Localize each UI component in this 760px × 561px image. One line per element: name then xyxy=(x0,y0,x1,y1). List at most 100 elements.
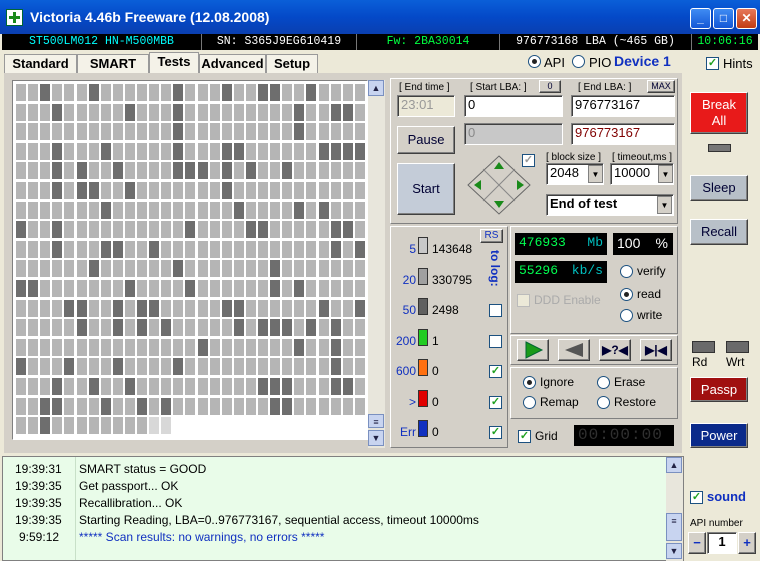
scan-block xyxy=(270,103,281,121)
scan-block xyxy=(76,240,87,258)
minimize-button[interactable]: _ xyxy=(690,8,711,29)
erase-radio[interactable] xyxy=(597,376,610,389)
scan-block xyxy=(173,201,184,219)
ignore-radio[interactable] xyxy=(523,376,536,389)
stats-row-log-checkbox[interactable]: ✓ xyxy=(489,395,502,409)
scan-block xyxy=(294,103,305,121)
scroll-up-icon[interactable]: ▲ xyxy=(368,80,384,96)
maximize-button[interactable]: □ xyxy=(713,8,734,29)
block-size-chevron-down-icon[interactable]: ▼ xyxy=(588,165,603,183)
scan-block xyxy=(221,123,232,141)
reset-stats-button[interactable]: RS xyxy=(480,229,503,243)
hints-checkbox[interactable]: ✓ xyxy=(706,57,719,70)
scan-block xyxy=(173,319,184,337)
remap-radio[interactable] xyxy=(523,396,536,409)
scan-block xyxy=(173,240,184,258)
break-all-button[interactable]: Break All xyxy=(690,92,748,134)
scan-block xyxy=(294,201,305,219)
stats-row-label: 200 xyxy=(395,333,416,348)
scan-block xyxy=(100,378,111,395)
scan-block xyxy=(294,162,305,180)
pause-button[interactable]: Pause xyxy=(397,126,455,154)
skip-end-button[interactable]: ▶|◀ xyxy=(640,339,672,361)
start-lba-field[interactable]: 0 xyxy=(464,95,563,117)
end-time-label: [ End time ] xyxy=(399,82,450,93)
rewind-button[interactable] xyxy=(558,339,590,361)
end-lba-field[interactable]: 976773167 xyxy=(571,95,675,117)
scan-block xyxy=(270,319,281,337)
start-lba-zero-button[interactable]: 0 xyxy=(539,80,561,93)
log-scrollbar[interactable]: ▲ ≡ ▼ xyxy=(666,457,683,561)
scan-block xyxy=(112,221,123,239)
close-button[interactable]: ✕ xyxy=(736,8,757,29)
stats-row-swatch xyxy=(418,328,428,346)
scroll-thumb[interactable]: ≡ xyxy=(368,414,384,428)
remap-label: Remap xyxy=(540,395,579,409)
log-scroll-down-icon[interactable]: ▼ xyxy=(666,543,682,559)
tab-standard[interactable]: Standard xyxy=(4,54,77,73)
write-radio[interactable] xyxy=(620,309,633,322)
sound-checkbox[interactable]: ✓ xyxy=(690,491,703,504)
sleep-button[interactable]: Sleep xyxy=(690,175,748,201)
recall-button[interactable]: Recall xyxy=(690,219,748,245)
api-minus-button[interactable]: − xyxy=(688,532,706,554)
tab-advanced[interactable]: Advanced xyxy=(199,54,266,73)
stats-row-count: 1 xyxy=(432,333,439,348)
seek-unknown-button[interactable]: ▶?◀ xyxy=(599,339,631,361)
start-button[interactable]: Start xyxy=(397,163,455,215)
stats-row-count: 143648 xyxy=(432,242,473,256)
stats-row-log-checkbox[interactable] xyxy=(489,304,502,317)
scan-block xyxy=(52,103,63,121)
to-log-label: to log: xyxy=(488,250,502,287)
end-time-field[interactable]: 23:01 xyxy=(397,95,455,117)
read-radio[interactable] xyxy=(620,288,633,301)
device-label[interactable]: Device 1 xyxy=(614,53,671,69)
api-plus-button[interactable]: + xyxy=(738,532,756,554)
end-action-select[interactable]: End of test xyxy=(546,194,674,216)
power-button[interactable]: Power xyxy=(690,423,748,448)
scan-block xyxy=(28,182,39,199)
scan-block xyxy=(185,162,196,180)
scan-block xyxy=(149,162,160,180)
stats-row-log-checkbox[interactable]: ✓ xyxy=(489,365,502,378)
scan-block xyxy=(306,358,317,376)
scan-block xyxy=(294,142,305,160)
stats-row-log-checkbox[interactable] xyxy=(489,334,502,348)
scan-block xyxy=(124,417,135,435)
scan-block xyxy=(124,162,135,180)
scan-block xyxy=(76,280,87,297)
stats-row-log-checkbox[interactable]: ✓ xyxy=(489,426,502,439)
passp-button[interactable]: Passp xyxy=(690,377,748,402)
pio-radio[interactable] xyxy=(572,55,585,68)
scan-block xyxy=(258,142,268,160)
scan-block xyxy=(342,103,353,121)
ddd-enable-checkbox[interactable] xyxy=(517,294,530,307)
tab-tests[interactable]: Tests xyxy=(149,52,199,73)
end-lba-max-button[interactable]: MAX xyxy=(647,80,675,93)
scan-block xyxy=(112,319,123,337)
restore-radio[interactable] xyxy=(597,396,610,409)
grid-checkbox[interactable]: ✓ xyxy=(518,430,531,443)
grid-scrollbar[interactable]: ▲ ≡ ▼ xyxy=(368,80,385,448)
scan-block xyxy=(149,142,160,160)
scan-block xyxy=(161,319,172,337)
timeout-chevron-down-icon[interactable]: ▼ xyxy=(658,165,673,183)
api-number-field[interactable]: 1 xyxy=(707,532,737,554)
log-message: SMART status = GOOD xyxy=(79,462,207,476)
scroll-down-icon[interactable]: ▼ xyxy=(368,430,384,446)
play-button[interactable] xyxy=(517,339,549,361)
api-radio[interactable] xyxy=(528,55,541,68)
tab-setup[interactable]: Setup xyxy=(266,54,318,73)
verify-radio[interactable] xyxy=(620,265,633,278)
scan-block xyxy=(233,378,244,395)
end-action-chevron-down-icon[interactable]: ▼ xyxy=(657,196,672,214)
tab-smart[interactable]: SMART xyxy=(77,54,149,73)
scan-block xyxy=(161,397,172,415)
direction-checkbox[interactable]: ✓ xyxy=(522,154,535,167)
scan-block xyxy=(88,338,99,356)
log-scroll-thumb[interactable]: ≡ xyxy=(666,513,682,541)
log-scroll-up-icon[interactable]: ▲ xyxy=(666,457,682,473)
scan-block xyxy=(258,123,268,141)
scan-block xyxy=(258,221,268,239)
scan-block xyxy=(112,280,123,297)
